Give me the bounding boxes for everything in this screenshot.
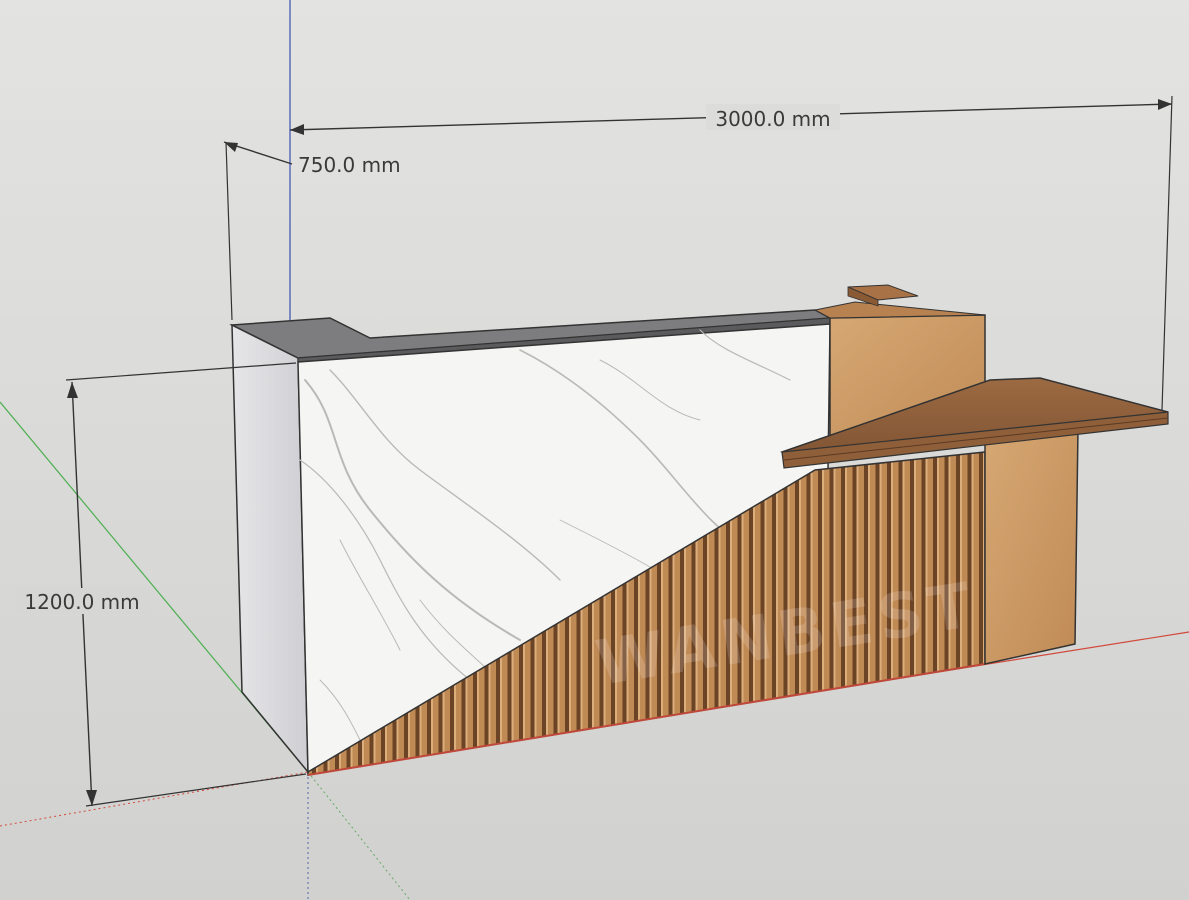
dimension-depth-label: 750.0 mm bbox=[298, 153, 401, 177]
slat bbox=[431, 695, 433, 760]
slat-gap bbox=[427, 695, 431, 760]
slat bbox=[408, 708, 410, 764]
slat bbox=[546, 626, 548, 741]
slat bbox=[557, 619, 560, 739]
slat-gap bbox=[484, 660, 489, 751]
slat bbox=[465, 674, 468, 754]
slat-gap bbox=[381, 722, 385, 768]
slat bbox=[488, 660, 491, 751]
slat-gap bbox=[565, 612, 569, 737]
slat-gap bbox=[404, 708, 408, 764]
right-wood-block bbox=[984, 427, 1079, 665]
slat bbox=[592, 599, 594, 734]
slat bbox=[500, 654, 502, 749]
slat-gap bbox=[496, 654, 500, 749]
slat-gap bbox=[542, 626, 546, 741]
slat bbox=[419, 701, 422, 762]
slat bbox=[523, 640, 525, 745]
slat bbox=[442, 688, 445, 758]
slat bbox=[454, 681, 456, 756]
dimension-width-label: 3000.0 mm bbox=[715, 107, 830, 131]
slat bbox=[534, 633, 537, 743]
slat-gap bbox=[553, 619, 558, 739]
slat-gap bbox=[461, 674, 466, 754]
slat-gap bbox=[392, 715, 397, 766]
slat-gap bbox=[588, 599, 592, 734]
sketchup-viewport[interactable]: WANBEST 3000.0 mm 750.0 mm 1200.0 mm bbox=[0, 0, 1189, 900]
slat-gap bbox=[473, 667, 477, 752]
slat bbox=[477, 667, 479, 752]
slat bbox=[580, 606, 583, 735]
slat-gap bbox=[576, 606, 581, 735]
slat-gap bbox=[507, 647, 512, 747]
slat-gap bbox=[519, 640, 523, 745]
slat bbox=[385, 722, 387, 768]
slat bbox=[511, 647, 514, 747]
slat-gap bbox=[530, 633, 535, 743]
slat bbox=[396, 715, 399, 766]
slat-gap bbox=[438, 688, 443, 758]
dimension-height-label: 1200.0 mm bbox=[24, 590, 139, 614]
slat-gap bbox=[415, 701, 420, 762]
slat bbox=[569, 612, 571, 737]
slat-gap bbox=[450, 681, 454, 756]
